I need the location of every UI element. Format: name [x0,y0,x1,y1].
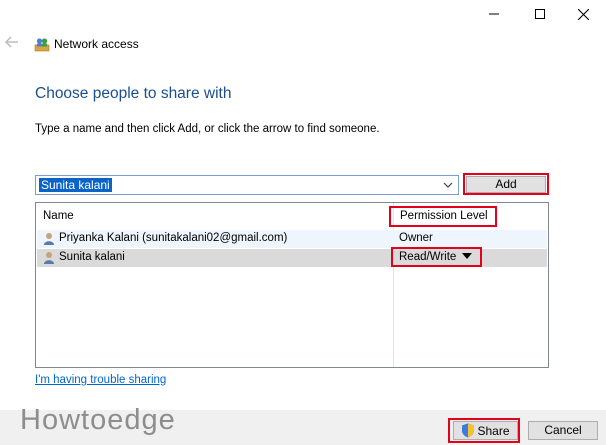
share-button-highlight [448,418,520,443]
permission-header-highlight [389,206,497,227]
permission-dropdown-highlight [391,247,482,267]
back-arrow-icon [5,36,18,48]
window-title: Network access [54,37,139,51]
trouble-sharing-link[interactable]: I'm having trouble sharing [35,374,166,386]
cancel-button[interactable]: Cancel [528,421,598,440]
user-icon [44,233,54,245]
column-divider [393,203,394,367]
page-heading: Choose people to share with [35,85,232,102]
row-name: Priyanka Kalani (sunitakalani02@gmail.co… [59,232,288,244]
chevron-down-icon[interactable] [442,179,454,191]
instruction-text: Type a name and then click Add, or click… [35,123,380,135]
add-button-highlight [463,173,549,195]
network-users-icon [34,36,50,52]
watermark: Howtoedge [20,404,176,436]
name-input-value[interactable]: Sunita kalani [39,178,112,192]
close-button[interactable] [560,0,606,28]
back-button[interactable] [4,34,22,52]
column-header-name[interactable]: Name [43,210,74,222]
row-name: Sunita kalani [59,251,125,263]
user-icon [44,252,54,264]
list-row-owner[interactable]: Priyanka Kalani (sunitakalani02@gmail.co… [37,230,547,248]
row-permission: Owner [399,232,433,244]
maximize-button[interactable] [517,0,563,28]
name-combobox[interactable]: Sunita kalani [35,175,459,195]
minimize-button[interactable] [471,0,517,28]
minimize-icon [489,13,499,15]
close-icon [577,8,589,20]
maximize-icon [535,9,545,19]
